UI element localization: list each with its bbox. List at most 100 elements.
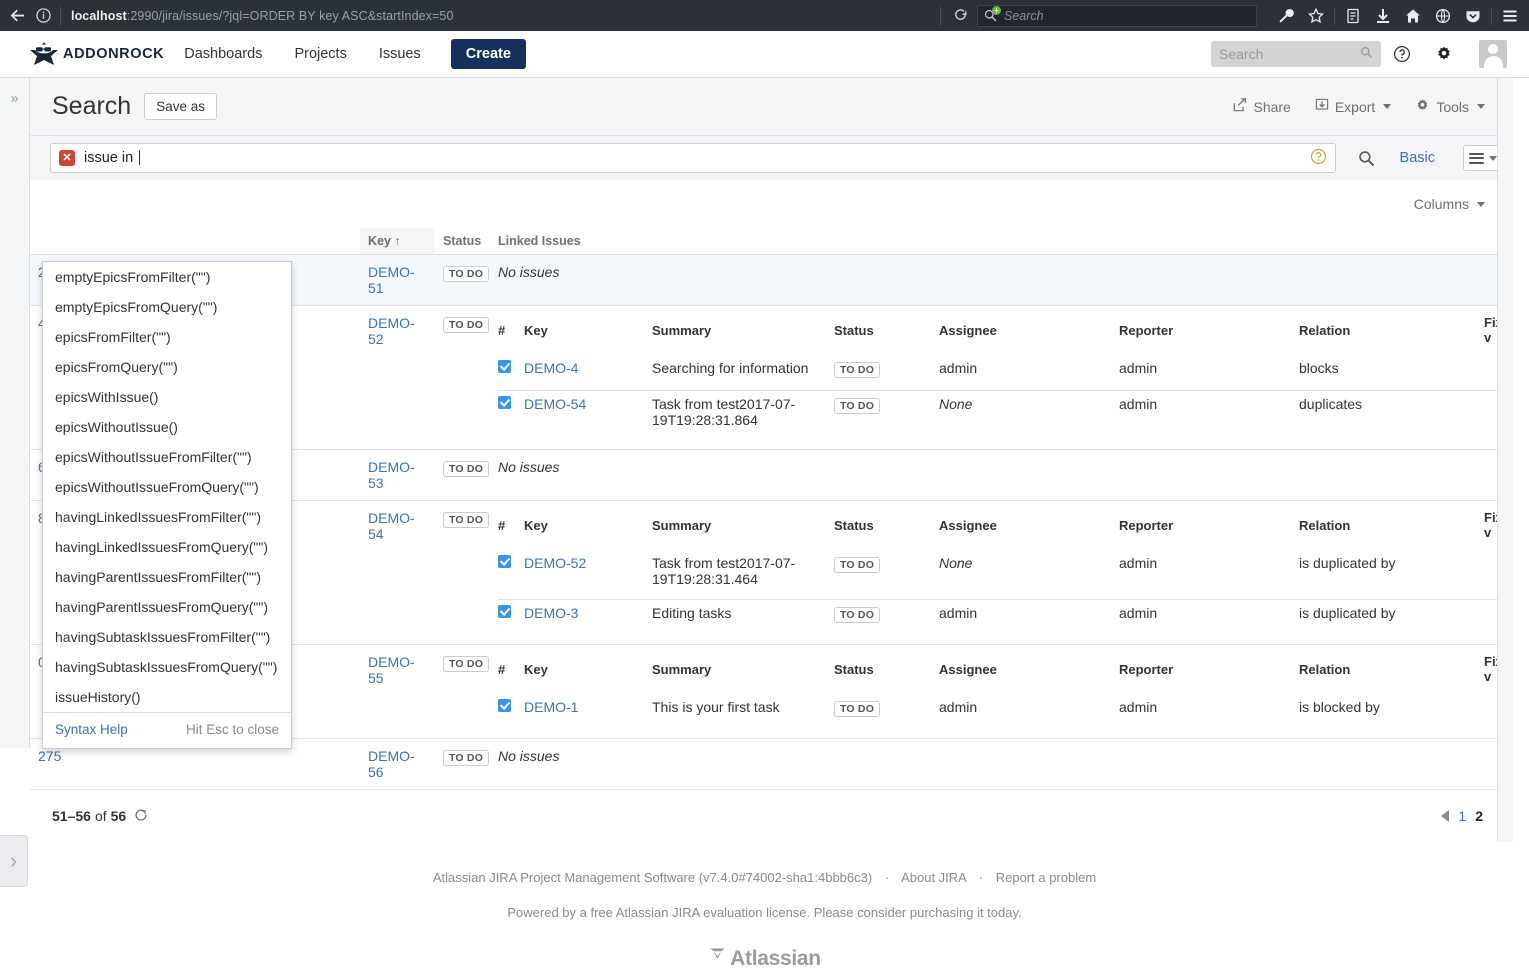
autocomplete-item[interactable]: havingLinkedIssuesFromFilter("") [43, 502, 291, 532]
linked-issue-row[interactable]: DEMO-4 Searching for information TO DO a… [498, 355, 1505, 391]
nav-dashboards[interactable]: Dashboards [172, 39, 274, 69]
globe-icon[interactable] [1428, 3, 1458, 28]
home-icon[interactable] [1398, 3, 1428, 28]
syntax-help-link[interactable]: Syntax Help [55, 722, 128, 737]
cell-key[interactable]: DEMO-3 [524, 600, 652, 636]
download-icon[interactable] [1368, 3, 1398, 28]
autocomplete-item[interactable]: havingSubtaskIssuesFromQuery("") [43, 652, 291, 682]
autocomplete-item[interactable]: issueHistory() [43, 682, 291, 712]
linked-issue-row[interactable]: DEMO-54 Task from test2017-07-19T19:28:3… [498, 391, 1505, 441]
cell-key[interactable]: DEMO-1 [524, 694, 652, 729]
jql-input[interactable]: ✕ issue in [50, 143, 1336, 173]
refresh-icon[interactable] [134, 808, 148, 825]
autocomplete-item[interactable]: epicsWithoutIssueFromQuery("") [43, 472, 291, 502]
linked-issue-row[interactable]: DEMO-1 This is your first task TO DO adm… [498, 694, 1505, 729]
columns-row: Columns [30, 180, 1513, 228]
chevron-down-icon [1383, 104, 1392, 109]
report-problem-link[interactable]: Report a problem [996, 870, 1096, 885]
help-icon[interactable] [1381, 45, 1423, 63]
sub-col-assignee: Assignee [939, 517, 997, 533]
esc-hint: Hit Esc to close [185, 722, 279, 737]
columns-button[interactable]: Columns [1414, 196, 1485, 212]
cell-assignee: admin [939, 605, 978, 621]
cell-assignee: None [939, 550, 1119, 600]
create-button[interactable]: Create [450, 39, 526, 69]
sub-col-reporter: Reporter [1119, 322, 1174, 338]
autocomplete-item[interactable]: epicsWithoutIssue() [43, 412, 291, 442]
reload-icon[interactable] [945, 4, 975, 28]
linked-issue-row[interactable]: DEMO-3 Editing tasks TO DO admin admin i… [498, 600, 1505, 636]
col-header-key[interactable]: Key ↑ [360, 228, 435, 255]
menu-icon[interactable] [1495, 3, 1525, 28]
nav-projects[interactable]: Projects [282, 39, 358, 69]
help-icon[interactable] [1310, 148, 1327, 168]
page-1-link[interactable]: 1 [1458, 808, 1466, 824]
autocomplete-item[interactable]: epicsFromQuery("") [43, 352, 291, 382]
cell-checkbox[interactable] [498, 600, 524, 636]
reading-list-icon[interactable] [1338, 3, 1368, 28]
page-body: » › Search Save as Share Export Tools ✕ … [0, 78, 1529, 971]
autocomplete-item[interactable]: havingParentIssuesFromFilter("") [43, 562, 291, 592]
cell-key[interactable]: DEMO-56 [360, 738, 435, 790]
cell-status: TO DO [834, 694, 939, 729]
autocomplete-item[interactable]: havingLinkedIssuesFromQuery("") [43, 532, 291, 562]
cell-checkbox[interactable] [498, 391, 524, 441]
star-icon[interactable] [1301, 3, 1331, 28]
basic-mode-link[interactable]: Basic [1390, 150, 1445, 166]
cell-key[interactable]: DEMO-54 [360, 500, 435, 645]
linked-issues-table: # Key Summary Status Assignee Reporter R… [498, 654, 1505, 729]
info-icon[interactable] [30, 4, 56, 28]
nav-issues[interactable]: Issues [367, 39, 433, 69]
avatar[interactable] [1479, 40, 1507, 68]
autocomplete-item[interactable]: emptyEpicsFromQuery("") [43, 292, 291, 322]
no-issues-label: No issues [498, 459, 560, 475]
page-2-link[interactable]: 2 [1475, 808, 1483, 824]
cell-key[interactable]: DEMO-55 [360, 644, 435, 739]
cell-checkbox[interactable] [498, 355, 524, 391]
gear-icon[interactable] [1423, 45, 1465, 63]
cell-summary: Searching for information [652, 355, 834, 391]
export-button[interactable]: Export [1315, 98, 1392, 115]
cell-status: TO DO [834, 355, 939, 391]
brand-logo-group[interactable]: ADDONROCK [27, 40, 164, 68]
save-as-button[interactable]: Save as [144, 93, 217, 120]
cell-status: TO DO [834, 391, 939, 441]
autocomplete-item[interactable]: epicsWithIssue() [43, 382, 291, 412]
cell-key[interactable]: DEMO-54 [524, 391, 652, 441]
back-icon[interactable] [4, 4, 30, 28]
columns-label: Columns [1413, 196, 1469, 212]
cell-assignee: admin [939, 355, 1119, 391]
col-header-linked-issues[interactable]: Linked Issues [490, 228, 1513, 255]
prev-page-arrow[interactable] [1441, 810, 1450, 822]
quick-search-input[interactable]: Search [1211, 41, 1381, 67]
cell-checkbox[interactable] [498, 694, 524, 729]
cell-key[interactable]: DEMO-52 [360, 305, 435, 450]
about-jira-link[interactable]: About JIRA [901, 870, 966, 885]
pocket-icon[interactable] [1458, 3, 1488, 28]
autocomplete-item[interactable]: epicsFromFilter("") [43, 322, 291, 352]
autocomplete-item[interactable]: havingParentIssuesFromQuery("") [43, 592, 291, 622]
cell-key[interactable]: DEMO-53 [360, 449, 435, 501]
browser-search-box[interactable]: + Search [977, 4, 1257, 27]
tools-button[interactable]: Tools [1415, 98, 1485, 116]
col-header-status[interactable]: Status [435, 228, 490, 255]
wrench-icon[interactable] [1271, 3, 1301, 28]
search-icon[interactable] [1344, 150, 1390, 167]
expand-sidebar-icon[interactable]: » [0, 78, 29, 107]
cell-checkbox[interactable] [498, 550, 524, 600]
sidebar-expand-tab[interactable]: › [0, 835, 28, 887]
export-label: Export [1334, 98, 1376, 115]
status-badge: TO DO [443, 461, 490, 477]
linked-issue-row[interactable]: DEMO-52 Task from test2017-07-19T19:28:3… [498, 550, 1505, 600]
share-button[interactable]: Share [1233, 98, 1291, 115]
status-badge: TO DO [443, 656, 490, 672]
issue-key-link: DEMO-54 [524, 396, 587, 412]
cell-key[interactable]: DEMO-51 [360, 254, 435, 306]
autocomplete-item[interactable]: havingSubtaskIssuesFromFilter("") [43, 622, 291, 652]
cell-key[interactable]: DEMO-52 [524, 550, 652, 600]
cell-key[interactable]: DEMO-4 [524, 355, 652, 391]
address-bar[interactable]: localhost:2990/jira/issues/?jql=ORDER BY… [65, 5, 936, 27]
autocomplete-item[interactable]: emptyEpicsFromFilter("") [43, 262, 291, 292]
page-toolbar: Share Export Tools [1233, 98, 1513, 116]
autocomplete-item[interactable]: epicsWithoutIssueFromFilter("") [43, 442, 291, 472]
